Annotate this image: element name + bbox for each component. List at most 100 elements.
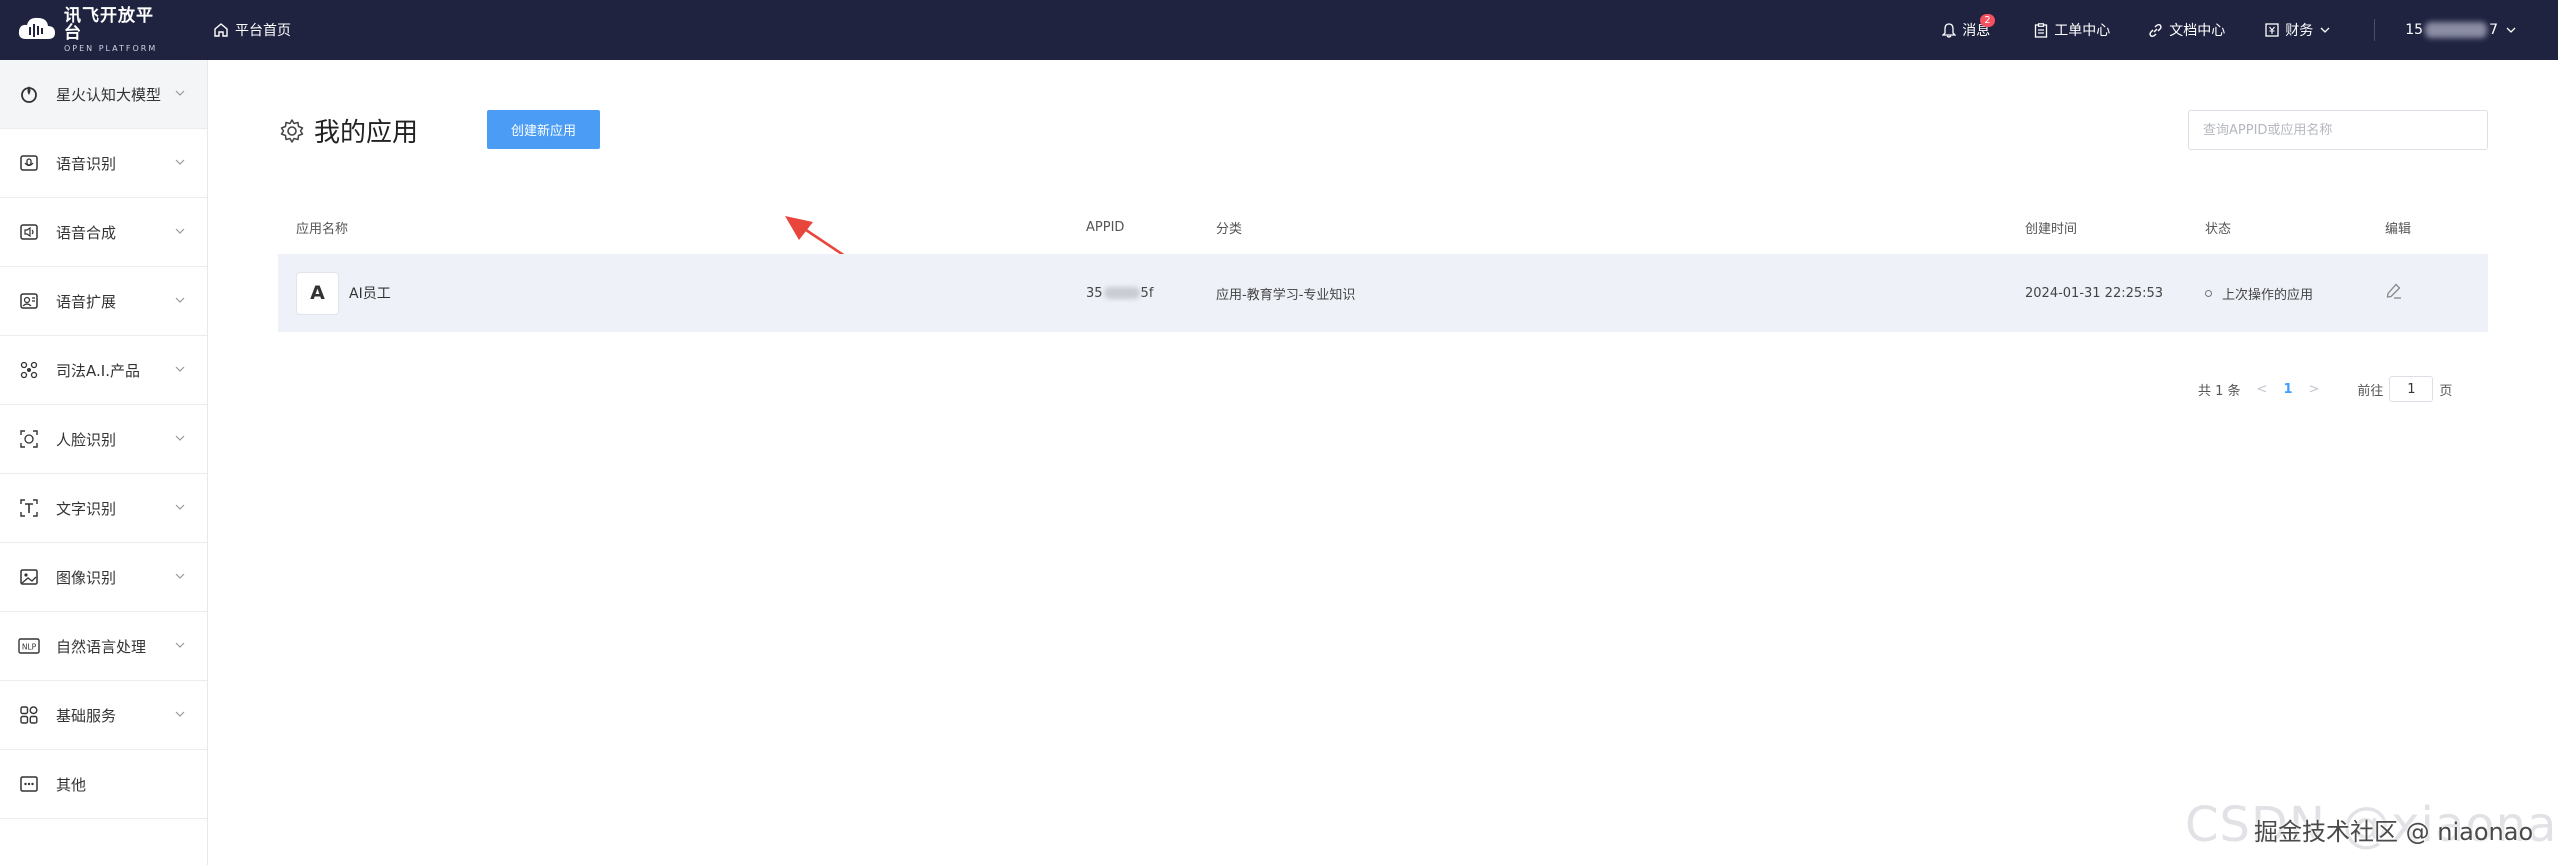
goto-page-input[interactable] bbox=[2389, 376, 2434, 402]
top-navigation-bar: 讯飞开放平台 OPEN PLATFORM 平台首页 消息 2 工单中心 文档中心… bbox=[0, 0, 2558, 60]
app-table: 应用名称 APPID 分类 创建时间 状态 编辑 A AI员工 35 5f 应用-… bbox=[278, 200, 2488, 332]
app-avatar: A bbox=[296, 271, 339, 315]
page-title: 我的应用 bbox=[278, 112, 418, 149]
search-input[interactable] bbox=[2188, 110, 2488, 150]
clipboard-icon bbox=[2035, 22, 2048, 38]
masked-phone-number bbox=[2425, 22, 2488, 38]
sidebar-item-label: 司法A.I.产品 bbox=[56, 361, 140, 380]
create-app-button[interactable]: 创建新应用 bbox=[487, 110, 600, 149]
sidebar-item-label: 语音识别 bbox=[56, 154, 117, 173]
table-row[interactable]: A AI员工 35 5f 应用-教育学习-专业知识 2024-01-31 22:2… bbox=[278, 254, 2488, 332]
chevron-down-icon bbox=[2320, 27, 2330, 33]
sidebar-item-label: 其他 bbox=[56, 775, 87, 794]
more-icon bbox=[18, 773, 40, 795]
user-phone-suffix: 7 bbox=[2489, 22, 2498, 38]
sidebar-item-text-recognition[interactable]: 文字识别 bbox=[0, 474, 207, 543]
finance-label: 财务 bbox=[2285, 23, 2314, 39]
spark-icon bbox=[18, 83, 40, 105]
pagination-total: 共 1 条 bbox=[2198, 383, 2241, 399]
app-id: 35 5f bbox=[1086, 286, 1216, 301]
column-header-created: 创建时间 bbox=[2025, 221, 2078, 237]
app-category: 应用-教育学习-专业知识 bbox=[1216, 287, 1356, 303]
column-header-category: 分类 bbox=[1216, 221, 1243, 237]
prev-page-button[interactable]: < bbox=[2257, 382, 2268, 397]
legal-ai-icon bbox=[18, 359, 40, 381]
sidebar-item-speech-extension[interactable]: 语音扩展 bbox=[0, 267, 207, 336]
chevron-down-icon bbox=[175, 228, 185, 234]
app-name[interactable]: AI员工 bbox=[349, 283, 391, 303]
nlp-icon: NLP bbox=[18, 635, 40, 657]
user-account-menu[interactable]: 15 7 bbox=[2374, 19, 2558, 41]
user-phone-prefix: 15 bbox=[2405, 22, 2424, 38]
basic-service-icon bbox=[18, 704, 40, 726]
sidebar-item-legal-ai[interactable]: 司法A.I.产品 bbox=[0, 336, 207, 405]
face-recognition-icon bbox=[18, 428, 40, 450]
brand-subtitle: OPEN PLATFORM bbox=[64, 43, 158, 53]
app-status-text: 上次操作的应用 bbox=[2222, 287, 2314, 303]
sidebar-item-speech-recognition[interactable]: 语音识别 bbox=[0, 129, 207, 198]
brand-name: 讯飞开放平台 bbox=[64, 5, 154, 43]
next-page-button[interactable]: > bbox=[2309, 382, 2320, 397]
app-status: 上次操作的应用 bbox=[2205, 284, 2385, 303]
page-number-current[interactable]: 1 bbox=[2283, 382, 2292, 397]
messages-count-badge: 2 bbox=[1980, 14, 1995, 27]
speech-synthesis-icon bbox=[18, 221, 40, 243]
doc-center-label: 文档中心 bbox=[2169, 23, 2226, 39]
column-header-status: 状态 bbox=[2205, 221, 2232, 237]
chevron-down-icon bbox=[175, 90, 185, 96]
app-created-time: 2024-01-31 22:25:53 bbox=[2025, 285, 2164, 301]
platform-home-link[interactable]: 平台首页 bbox=[213, 20, 291, 40]
chevron-down-icon bbox=[175, 435, 185, 441]
column-header-edit: 编辑 bbox=[2385, 221, 2412, 237]
gear-icon bbox=[280, 118, 304, 143]
sidebar-item-face-recognition[interactable]: 人脸识别 bbox=[0, 405, 207, 474]
table-header: 应用名称 APPID 分类 创建时间 状态 编辑 bbox=[278, 200, 2488, 254]
app-id-prefix: 35 bbox=[1086, 285, 1103, 301]
sidebar-item-label: 星火认知大模型 bbox=[56, 85, 162, 104]
sidebar-item-basic-services[interactable]: 基础服务 bbox=[0, 681, 207, 750]
sidebar-item-other[interactable]: 其他 bbox=[0, 750, 207, 819]
sidebar-item-label: 图像识别 bbox=[56, 568, 117, 587]
svg-text:NLP: NLP bbox=[22, 643, 37, 652]
link-icon bbox=[2149, 23, 2162, 37]
sidebar-item-spark-model[interactable]: 星火认知大模型 bbox=[0, 60, 207, 129]
edit-button[interactable] bbox=[2385, 282, 2485, 304]
sidebar-item-label: 基础服务 bbox=[56, 706, 117, 725]
main-content: 我的应用 创建新应用 应用名称 APPID 分类 创建时间 状态 编辑 A AI… bbox=[208, 60, 2558, 865]
sidebar-item-nlp[interactable]: NLP 自然语言处理 bbox=[0, 612, 207, 681]
finance-menu[interactable]: 财务 bbox=[2265, 20, 2330, 40]
goto-label: 前往 bbox=[2357, 383, 2384, 399]
logo-cloud-icon bbox=[18, 15, 56, 45]
image-recognition-icon bbox=[18, 566, 40, 588]
sidebar-item-label: 人脸识别 bbox=[56, 430, 117, 449]
status-dot-icon bbox=[2205, 289, 2212, 297]
sidebar-item-image-recognition[interactable]: 图像识别 bbox=[0, 543, 207, 612]
ticket-center-label: 工单中心 bbox=[2054, 23, 2111, 39]
platform-home-label: 平台首页 bbox=[235, 23, 291, 39]
sidebar-item-label: 语音合成 bbox=[56, 223, 117, 242]
ticket-center-link[interactable]: 工单中心 bbox=[2034, 20, 2110, 40]
messages-link[interactable]: 消息 2 bbox=[1942, 14, 1995, 40]
sidebar-item-label: 自然语言处理 bbox=[56, 637, 147, 656]
chevron-down-icon bbox=[175, 366, 185, 372]
edit-pen-icon bbox=[2386, 283, 2401, 299]
speech-extension-icon bbox=[18, 290, 40, 312]
chevron-down-icon bbox=[175, 297, 185, 303]
chevron-down-icon bbox=[175, 504, 185, 510]
text-recognition-icon bbox=[18, 497, 40, 519]
pagination: 共 1 条 < 1 > 前往 页 bbox=[2198, 376, 2452, 402]
speech-recognition-icon bbox=[18, 152, 40, 174]
page-title-text: 我的应用 bbox=[314, 118, 419, 148]
chevron-down-icon bbox=[175, 159, 185, 165]
chevron-down-icon bbox=[175, 642, 185, 648]
sidebar-item-speech-synthesis[interactable]: 语音合成 bbox=[0, 198, 207, 267]
page-unit-label: 页 bbox=[2439, 383, 2453, 399]
column-header-appid: APPID bbox=[1086, 219, 1125, 235]
brand-logo[interactable]: 讯飞开放平台 OPEN PLATFORM bbox=[18, 5, 168, 53]
column-header-name: 应用名称 bbox=[296, 221, 349, 237]
chevron-down-icon bbox=[175, 573, 185, 579]
home-icon bbox=[214, 23, 228, 37]
doc-center-link[interactable]: 文档中心 bbox=[2148, 20, 2225, 40]
sidebar-item-label: 文字识别 bbox=[56, 499, 117, 518]
sidebar-item-label: 语音扩展 bbox=[56, 292, 117, 311]
